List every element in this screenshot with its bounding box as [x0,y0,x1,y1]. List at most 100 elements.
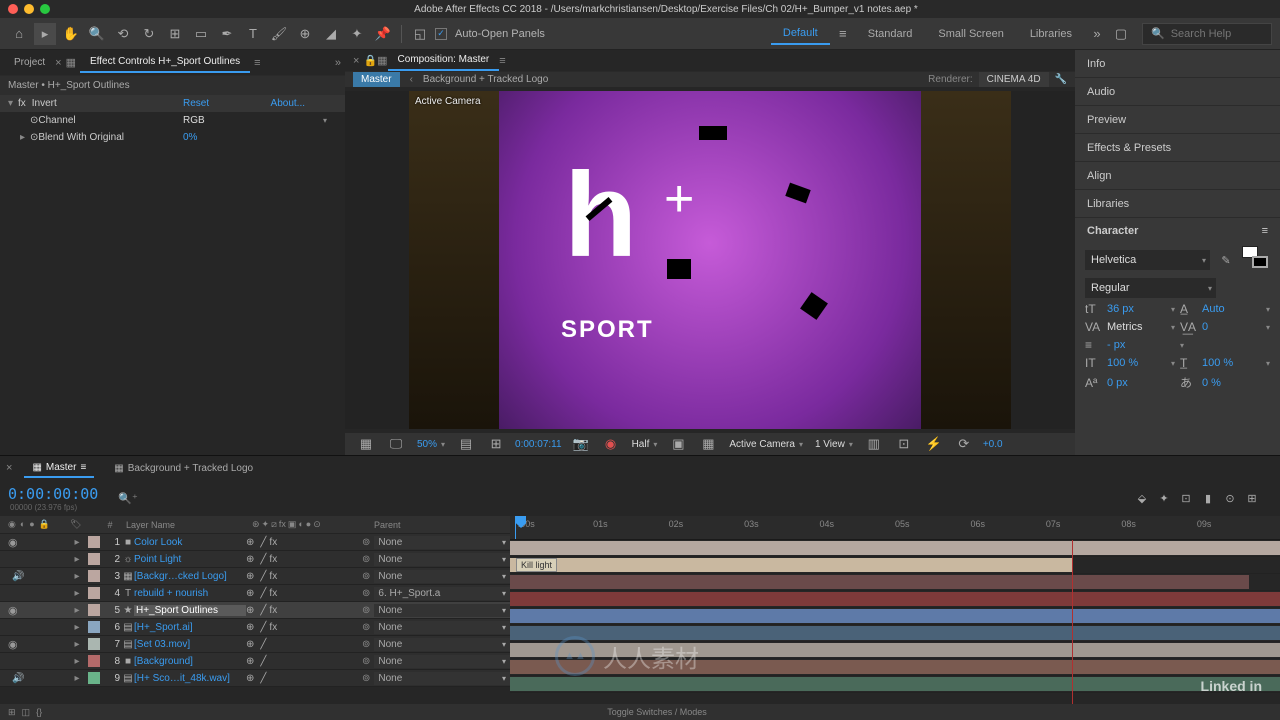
layer-name-label[interactable]: [Backgr…cked Logo] [134,571,246,582]
layer-label-color[interactable] [88,587,100,599]
layer-switches[interactable]: ⊕ ╱fx [246,588,362,599]
effects-presets-panel-header[interactable]: Effects & Presets [1075,134,1280,162]
parent-pickwhip-icon[interactable]: ⊚ [362,537,370,548]
layer-name-label[interactable]: Color Look [134,537,246,548]
eraser-tool[interactable]: ◢ [320,23,342,45]
tl-footer-icon[interactable]: ⊞ [8,707,16,718]
brush-tool[interactable]: 🖌 [268,23,290,45]
audio-toggle[interactable]: 🔊 [12,571,24,582]
layer-switches[interactable]: ⊕ ╱fx [246,554,362,565]
align-panel-header[interactable]: Align [1075,162,1280,190]
zoom-tool[interactable]: 🔍 [86,23,108,45]
viewer-grid-icon[interactable]: ▦ [355,433,377,455]
layer-row[interactable]: 🔊 ▸ 3 ▦ [Backgr…cked Logo] ⊕ ╱fx ⊚None▾ [0,568,510,585]
breadcrumb-back-icon[interactable]: ‹ [410,74,413,85]
font-family-dropdown[interactable]: Helvetica▾ [1085,250,1210,270]
audio-toggle[interactable]: 🔊 [12,673,24,684]
panel-menu-icon[interactable]: ≡ [1262,225,1268,237]
minimize-window-button[interactable] [24,4,34,14]
time-ruler[interactable]: :00s01s02s03s04s05s06s07s08s09s [510,516,1280,540]
tsume-field[interactable]: 0 % [1202,377,1270,389]
layer-twirl-icon[interactable]: ▸ [70,554,84,565]
parent-pickwhip-icon[interactable]: ⊚ [362,622,370,633]
viewer-fast-icon[interactable]: ⚡ [923,433,945,455]
tl-draft-icon[interactable]: ✦ [1156,490,1172,506]
layer-row[interactable]: ▸ 4 T rebuild + nourish ⊕ ╱fx ⊚6. H+_Spo… [0,585,510,602]
viewer-pixel-icon[interactable]: ⊡ [893,433,915,455]
selection-tool[interactable]: ▸ [34,23,56,45]
exposure-value[interactable]: +0.0 [983,439,1003,450]
parent-pickwhip-icon[interactable]: ⊚ [362,639,370,650]
layer-twirl-icon[interactable]: ▸ [70,656,84,667]
roi-icon[interactable]: ▣ [667,433,689,455]
parent-pickwhip-icon[interactable]: ⊚ [362,605,370,616]
parent-dropdown[interactable]: None▾ [374,570,510,583]
close-window-button[interactable] [8,4,18,14]
layer-twirl-icon[interactable]: ▸ [70,537,84,548]
parent-pickwhip-icon[interactable]: ⊚ [362,554,370,565]
layer-row[interactable]: ◉ ▸ 1 ■ Color Look ⊕ ╱fx ⊚None▾ [0,534,510,551]
timeline-tab-bg[interactable]: ▦Background + Tracked Logo [106,460,261,477]
layer-row[interactable]: ▸ 6 ▤ [H+_Sport.ai] ⊕ ╱fx ⊚None▾ [0,619,510,636]
layer-twirl-icon[interactable]: ▸ [70,571,84,582]
panel-menu-icon[interactable]: ≡ [254,57,260,69]
layer-row[interactable]: ◉ ▸ 7 ▤ [Set 03.mov] ⊕ ╱ ⊚None▾ [0,636,510,653]
layer-duration-bar[interactable] [510,609,1280,623]
visibility-toggle[interactable]: ◉ [8,536,18,549]
layer-name-label[interactable]: Point Light [134,554,246,565]
composition-viewer[interactable]: Active Camera h + SPORT [345,91,1075,429]
orbit-tool[interactable]: ⟲ [112,23,134,45]
type-tool[interactable]: T [242,23,264,45]
font-size-field[interactable]: 36 px [1107,303,1167,315]
transparency-icon[interactable]: ▦ [697,433,719,455]
track-row[interactable] [510,574,1280,591]
tl-footer-icon3[interactable]: {} [36,707,42,717]
layer-label-color[interactable] [88,570,100,582]
baseline-field[interactable]: 0 px [1107,377,1175,389]
blend-value[interactable]: 0% [183,132,337,143]
twirl-down-icon[interactable]: ▾ [8,98,18,109]
track-row[interactable] [510,676,1280,693]
layer-label-color[interactable] [88,655,100,667]
layer-name-label[interactable]: [Set 03.mov] [134,639,246,650]
hand-tool[interactable]: ✋ [60,23,82,45]
workspace-menu-icon[interactable]: ≡ [832,23,854,45]
playhead[interactable] [515,516,516,539]
parent-dropdown[interactable]: None▾ [374,672,510,685]
viewer-monitor-icon[interactable]: 🖵 [385,433,407,455]
layer-twirl-icon[interactable]: ▸ [70,639,84,650]
effect-reset-link[interactable]: Reset [183,98,209,109]
view-dropdown[interactable]: 1 View▾ [813,439,855,450]
tl-composite-icon[interactable]: ⬙ [1134,490,1150,506]
visibility-toggle[interactable]: ◉ [8,604,18,617]
layer-switches[interactable]: ⊕ ╱fx [246,537,362,548]
tab-close-icon[interactable]: × [55,57,61,69]
tl-close-icon[interactable]: × [6,462,12,474]
track-row[interactable]: Kill light [510,557,1280,574]
wrench-icon[interactable]: 🔧 [1055,74,1067,85]
workspace-smallscreen[interactable]: Small Screen [926,24,1015,44]
layer-label-color[interactable] [88,536,100,548]
libraries-panel-header[interactable]: Libraries [1075,190,1280,218]
parent-pickwhip-icon[interactable]: ⊚ [362,588,370,599]
parent-dropdown[interactable]: 6. H+_Sport.a▾ [374,587,510,600]
parent-dropdown[interactable]: None▾ [374,553,510,566]
visibility-toggle[interactable]: ◉ [8,638,18,651]
viewer-ruler-icon[interactable]: ▤ [455,433,477,455]
audio-panel-header[interactable]: Audio [1075,78,1280,106]
workspace-overflow-icon[interactable]: » [1086,23,1108,45]
layer-label-color[interactable] [88,638,100,650]
tab-menu-icon[interactable]: ≡ [80,462,86,473]
pen-tool[interactable]: ✒ [216,23,238,45]
effect-about-link[interactable]: About... [271,98,305,109]
parent-pickwhip-icon[interactable]: ⊚ [362,656,370,667]
workspace-default[interactable]: Default [771,23,830,45]
track-row[interactable] [510,591,1280,608]
window-controls[interactable] [8,4,50,14]
workspace-reset-icon[interactable]: ▢ [1110,23,1132,45]
info-panel-header[interactable]: Info [1075,50,1280,78]
toggle-switches-label[interactable]: Toggle Switches / Modes [607,707,707,717]
composition-tab[interactable]: Composition: Master [388,50,500,71]
parent-dropdown[interactable]: None▾ [374,621,510,634]
rect-tool[interactable]: ▭ [190,23,212,45]
